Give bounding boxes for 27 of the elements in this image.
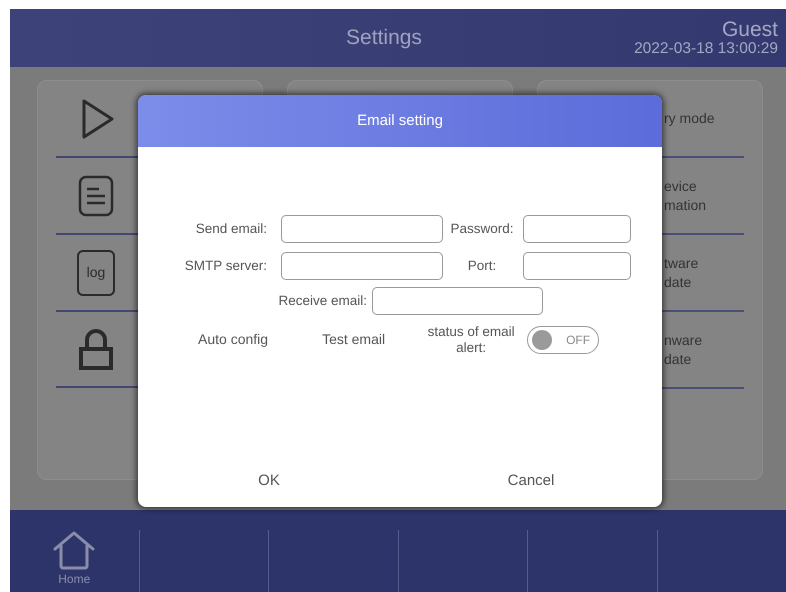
home-tab[interactable]: Home	[10, 530, 138, 592]
home-icon	[52, 530, 96, 570]
menu-label[interactable]: evice mation	[664, 177, 706, 214]
cancel-button[interactable]: Cancel	[400, 455, 662, 507]
field-label: Send email:	[194, 220, 267, 238]
dialog-title: Email setting	[138, 95, 662, 147]
toggle-label: status of email alert:	[426, 324, 516, 356]
text-field[interactable]	[523, 252, 631, 280]
field-label: Password:	[449, 220, 515, 238]
field-label: Port:	[466, 256, 498, 275]
date-time: 2022-03-18 13:00:29	[633, 40, 778, 58]
auto-config-button[interactable]: Auto config	[198, 329, 268, 350]
page-title: Settings	[345, 25, 423, 52]
menu-label[interactable]: nware date	[664, 331, 702, 368]
test-email-button[interactable]: Test email	[322, 329, 386, 350]
field-label: SMTP server:	[184, 256, 267, 275]
alert-toggle[interactable]: OFF	[527, 326, 600, 354]
text-field[interactable]	[281, 252, 443, 280]
log-file-icon: log	[77, 250, 115, 296]
field-label: Receive email:	[277, 292, 367, 310]
user-name: Guest	[720, 18, 778, 41]
ok-button[interactable]: OK	[138, 455, 400, 507]
menu-label[interactable]: tware date	[664, 254, 698, 291]
menu-label[interactable]: ry mode	[664, 109, 715, 128]
text-field[interactable]	[523, 215, 631, 243]
text-field[interactable]	[281, 215, 443, 243]
text-field[interactable]	[372, 287, 543, 315]
